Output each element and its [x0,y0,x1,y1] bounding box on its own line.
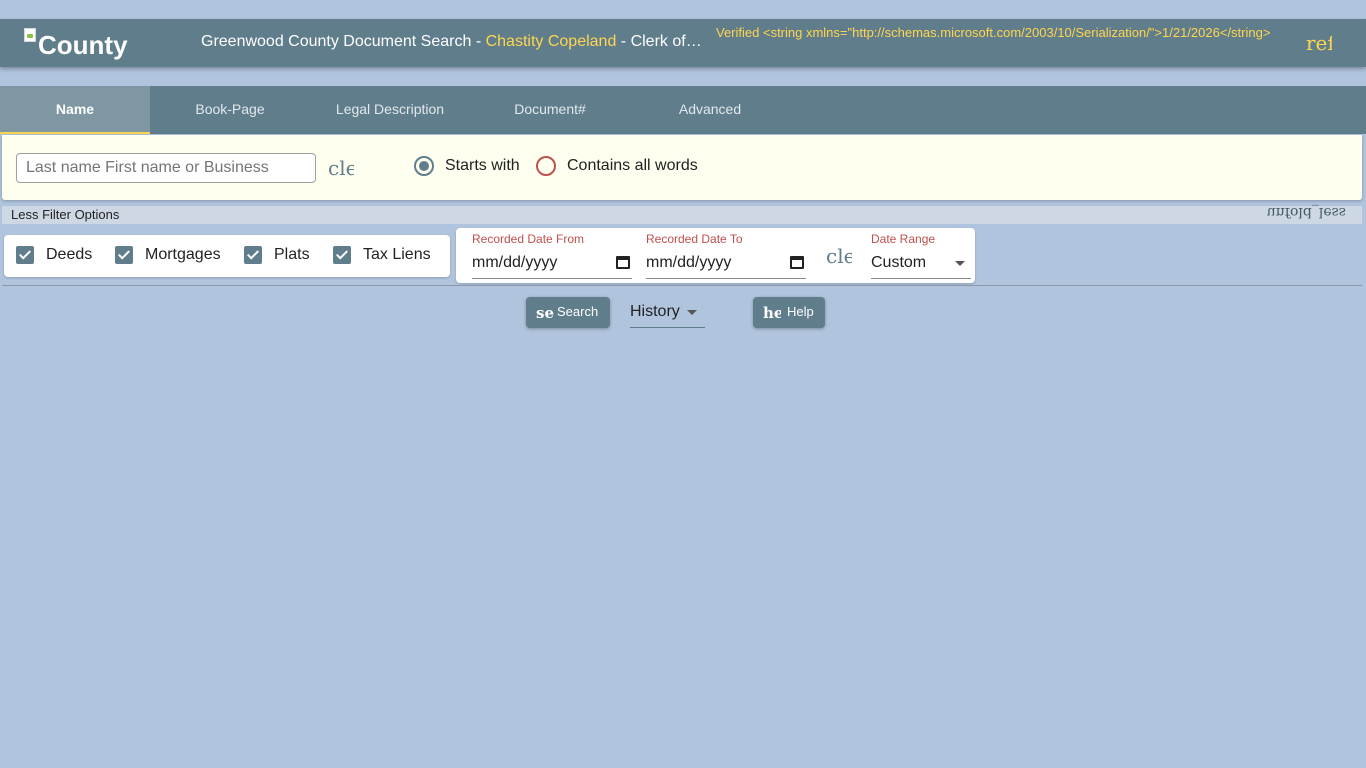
clear-dates-icon[interactable]: clear [826,244,852,270]
checkbox-checked-icon [16,246,34,264]
checkbox-deeds-label: Deeds [46,246,93,263]
name-search-input[interactable] [16,153,316,183]
radio-starts-with-label: Starts with [445,157,520,174]
filter-toggle-label[interactable]: Less Filter Options [11,207,119,222]
history-label: History [630,303,680,320]
checkbox-checked-icon [244,246,262,264]
county-logo[interactable]: County [24,27,128,61]
date-from-value: mm/dd/yyyy [472,254,558,271]
chevron-down-icon [955,261,965,266]
checkbox-mortgages[interactable]: Mortgages [115,246,221,264]
broken-image-icon [24,28,36,42]
logo-alt-text: County [38,30,128,60]
checkbox-tax-liens-label: Tax Liens [363,246,431,263]
tab-book-page[interactable]: Book-Page [150,86,310,134]
verified-date: Verified <string xmlns="http://schemas.m… [716,25,1271,40]
date-to-input[interactable]: mm/dd/yyyy [646,252,806,279]
refresh-icon[interactable]: refresh [1306,31,1332,55]
filter-options-bar[interactable]: Less Filter Options unfold_less [2,204,1362,224]
radio-starts-with[interactable]: Starts with [414,156,520,176]
checkbox-tax-liens[interactable]: Tax Liens [333,246,431,264]
help-button-label: Help [787,304,814,319]
title-prefix: Greenwood County Document Search - [201,33,486,50]
title-suffix: - Clerk of Court [620,33,706,50]
checkbox-checked-icon [333,246,351,264]
clear-name-icon[interactable]: clear [328,156,354,182]
calendar-icon[interactable] [616,256,630,269]
date-to-value: mm/dd/yyyy [646,254,732,271]
page-title: Greenwood County Document Search - Chast… [201,33,706,51]
filter-row: Deeds Mortgages Plats Tax Liens Recorded… [2,224,1362,286]
checkbox-checked-icon [115,246,133,264]
radio-contains-label: Contains all words [567,157,698,174]
history-dropdown[interactable]: History [630,300,705,328]
document-type-filters: Deeds Mortgages Plats Tax Liens [4,235,450,277]
checkbox-deeds[interactable]: Deeds [16,246,92,264]
search-button-label: Search [557,304,599,319]
date-from-input[interactable]: mm/dd/yyyy [472,252,632,279]
tab-document-number[interactable]: Document# [470,86,630,134]
radio-unchecked-icon [536,156,556,176]
date-range-value: Custom [871,254,927,271]
checkbox-mortgages-label: Mortgages [145,246,221,263]
checkbox-plats-label: Plats [274,246,310,263]
date-range-select[interactable]: Custom [871,252,971,279]
calendar-icon[interactable] [790,256,804,269]
tab-name[interactable]: Name [0,86,150,134]
app-header: County Greenwood County Document Search … [0,19,1366,67]
name-search-panel: clear Starts with Contains all words [2,135,1362,200]
search-icon: search [536,304,554,322]
help-button[interactable]: help Help [753,297,825,328]
unfold-less-icon[interactable]: unfold_less [1267,204,1346,220]
date-from-label: Recorded Date From [472,232,585,246]
clerk-name: Chastity Copeland [485,33,617,50]
tab-advanced[interactable]: Advanced [630,86,790,134]
help-icon: help [763,304,781,322]
date-filters: Recorded Date From mm/dd/yyyy Recorded D… [456,228,975,283]
radio-contains-all-words[interactable]: Contains all words [536,156,698,176]
search-type-tabs: Name Book-Page Legal Description Documen… [0,86,1366,134]
checkbox-plats[interactable]: Plats [244,246,310,264]
date-to-label: Recorded Date To [646,232,743,246]
chevron-down-icon [687,310,697,315]
radio-checked-icon [414,156,434,176]
date-range-label: Date Range [871,232,936,246]
search-button[interactable]: search Search [526,297,610,328]
tab-legal-description[interactable]: Legal Description [310,86,470,134]
